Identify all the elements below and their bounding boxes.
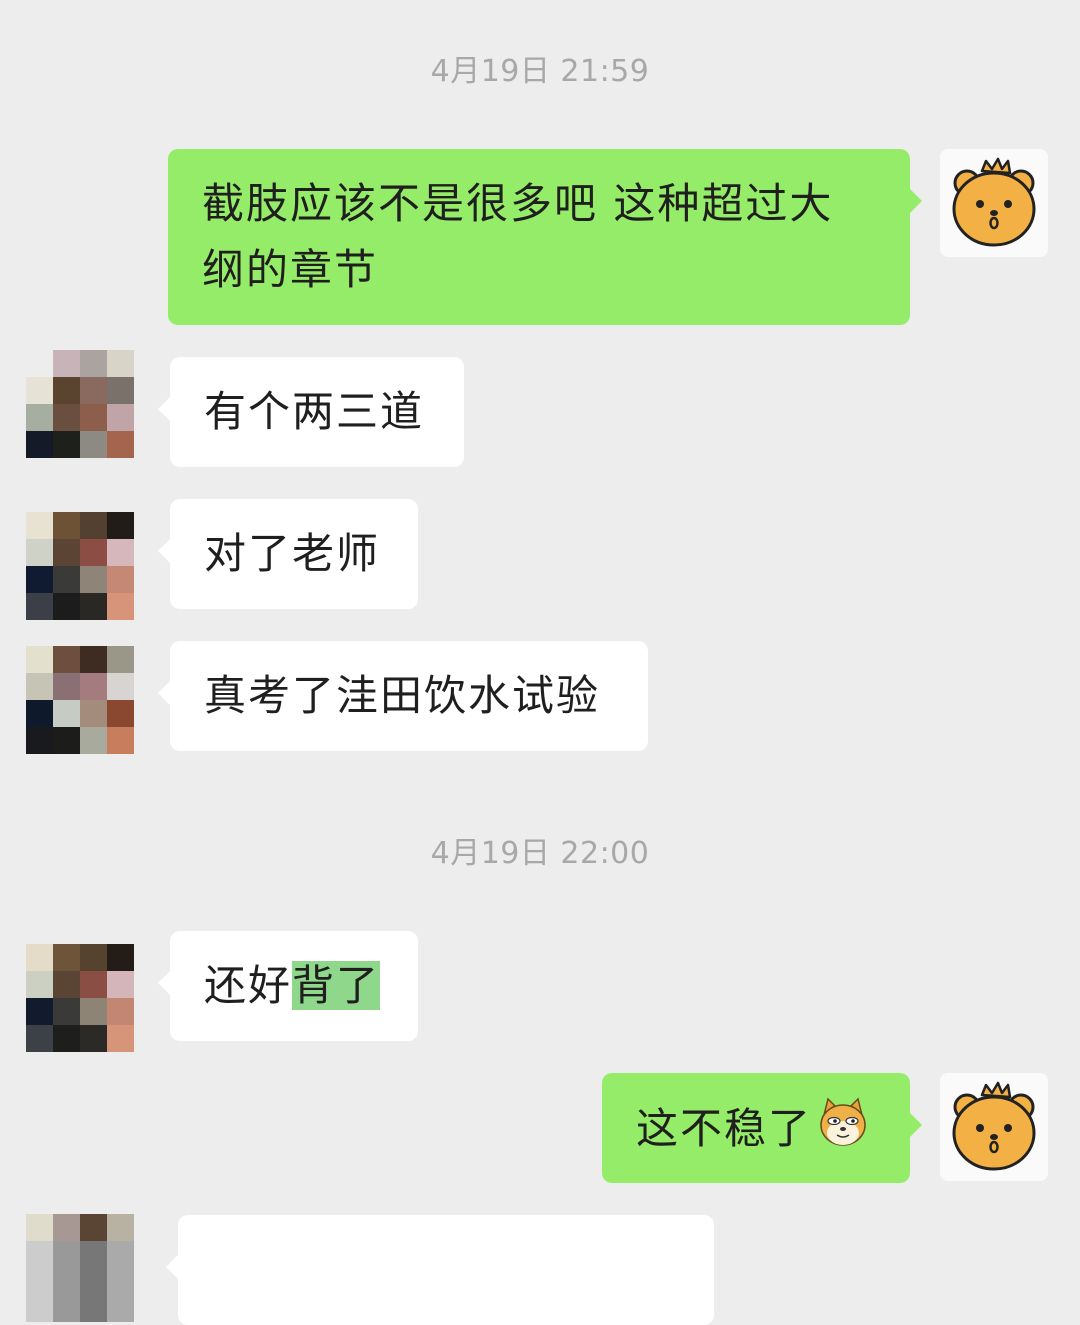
contact-avatar[interactable]	[26, 512, 134, 620]
message-bubble-incoming[interactable]: 有个两三道	[158, 357, 464, 467]
bear-avatar-icon	[940, 149, 1048, 257]
contact-avatar[interactable]	[26, 1214, 134, 1322]
message-text: 有个两三道	[204, 387, 425, 436]
message-text: 这不稳了	[636, 1104, 813, 1153]
message-text: 真考了洼田饮水试验	[204, 671, 601, 720]
my-avatar[interactable]	[940, 1073, 1048, 1181]
message-bubble-outgoing[interactable]: 截肢应该不是很多吧 这种超过大 纲的章节	[168, 149, 922, 325]
pixelated-avatar	[26, 1214, 134, 1322]
contact-avatar[interactable]	[26, 944, 134, 1052]
contact-avatar[interactable]	[26, 646, 134, 754]
message-bubble-incoming[interactable]: 真考了洼田饮水试验	[158, 641, 648, 751]
pixelated-avatar	[26, 944, 134, 1052]
message-bubble-outgoing[interactable]: 这不稳了	[602, 1073, 922, 1183]
doge-emoji-icon	[816, 1095, 870, 1168]
message-text: 对了老师	[204, 529, 381, 578]
timestamp: 4月19日 22:00	[430, 836, 650, 871]
message-bubble-incoming[interactable]: 对了老师	[158, 499, 418, 609]
message-text-line: 纲的章节	[202, 245, 379, 294]
pixelated-avatar	[26, 512, 134, 620]
my-avatar[interactable]	[940, 149, 1048, 257]
message-text-line: 截肢应该不是很多吧 这种超过大	[202, 179, 834, 228]
bear-avatar-icon	[940, 1073, 1048, 1181]
message-bubble-incoming[interactable]: 还好背了	[158, 931, 418, 1041]
message-bubble-incoming[interactable]	[166, 1215, 714, 1325]
pixelated-avatar	[26, 350, 134, 458]
contact-avatar[interactable]	[26, 350, 134, 458]
message-text: 还好	[204, 961, 293, 1010]
highlighted-text[interactable]: 背了	[292, 961, 381, 1010]
pixelated-avatar	[26, 646, 134, 754]
timestamp: 4月19日 21:59	[430, 54, 650, 89]
